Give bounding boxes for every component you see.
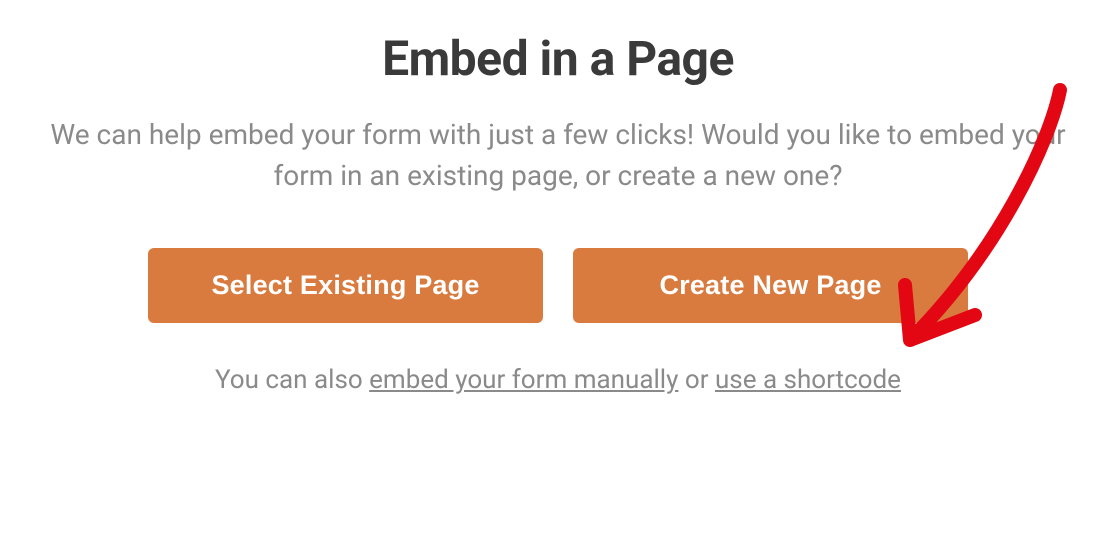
button-row: Select Existing Page Create New Page — [30, 248, 1086, 323]
dialog-description: We can help embed your form with just a … — [30, 115, 1086, 196]
embed-dialog: Embed in a Page We can help embed your f… — [0, 0, 1116, 395]
select-existing-page-button[interactable]: Select Existing Page — [148, 248, 543, 323]
footer-text: You can also embed your form manually or… — [30, 365, 1086, 395]
create-new-page-button[interactable]: Create New Page — [573, 248, 968, 323]
use-shortcode-link[interactable]: use a shortcode — [715, 365, 901, 395]
dialog-title: Embed in a Page — [30, 30, 1086, 87]
embed-manually-link[interactable]: embed your form manually — [369, 365, 678, 395]
footer-prefix: You can also — [215, 365, 369, 395]
footer-middle: or — [678, 365, 715, 395]
